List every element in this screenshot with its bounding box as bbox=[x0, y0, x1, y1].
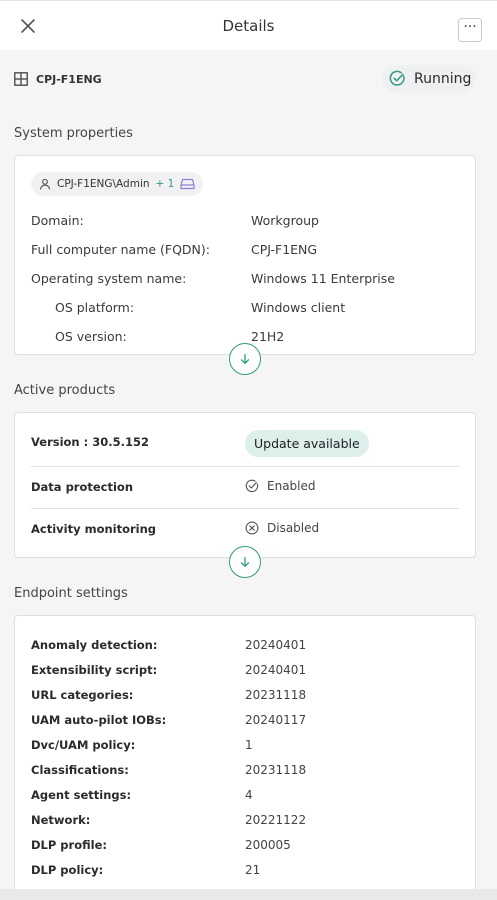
x-circle-icon bbox=[245, 521, 259, 535]
os-name-label: Operating system name: bbox=[31, 271, 187, 286]
setting-value: 1 bbox=[245, 738, 253, 752]
os-version-value: 21H2 bbox=[251, 329, 285, 344]
system-properties-card: CPJ-F1ENG\Admin + 1 Domain: Workgroup Fu… bbox=[14, 155, 476, 355]
divider bbox=[31, 508, 459, 509]
fqdn-value: CPJ-F1ENG bbox=[251, 242, 318, 257]
os-name-value: Windows 11 Enterprise bbox=[251, 271, 395, 286]
arrow-down-icon bbox=[240, 353, 250, 364]
setting-value: 20240401 bbox=[245, 638, 307, 652]
setting-label: Network: bbox=[31, 813, 91, 827]
check-circle-icon bbox=[245, 479, 259, 493]
check-circle-icon bbox=[389, 70, 405, 86]
version-label: Version : 30.5.152 bbox=[31, 435, 149, 449]
endpoint-settings-card: Anomaly detection: 20240401 Extensibilit… bbox=[14, 615, 476, 900]
expand-system-properties-button[interactable] bbox=[229, 343, 261, 375]
machine-identity: CPJ-F1ENG bbox=[14, 70, 102, 88]
details-header: Details ··· bbox=[0, 0, 497, 50]
active-products-title: Active products bbox=[14, 383, 116, 398]
system-properties-title: System properties bbox=[14, 126, 133, 141]
more-users-count[interactable]: + 1 bbox=[156, 178, 175, 190]
update-available-badge[interactable]: Update available bbox=[245, 430, 369, 457]
endpoint-settings-title: Endpoint settings bbox=[14, 586, 128, 601]
domain-label: Domain: bbox=[31, 213, 84, 228]
page-title: Details bbox=[222, 17, 275, 35]
status-badge: Running bbox=[382, 65, 476, 92]
activity-monitoring-state: Disabled bbox=[245, 521, 319, 535]
more-options-button[interactable]: ··· bbox=[458, 18, 482, 42]
horizontal-scrollbar[interactable] bbox=[0, 889, 497, 900]
arrow-down-icon bbox=[240, 556, 250, 567]
setting-label: Dvc/UAM policy: bbox=[31, 738, 136, 752]
user-name: CPJ-F1ENG\Admin bbox=[57, 178, 150, 190]
setting-value: 20231118 bbox=[245, 688, 307, 702]
divider bbox=[31, 466, 459, 467]
setting-value: 200005 bbox=[245, 838, 291, 852]
setting-value: 20240401 bbox=[245, 663, 307, 677]
windows-grid-icon bbox=[14, 72, 28, 86]
setting-label: DLP policy: bbox=[31, 863, 104, 877]
setting-value: 20221122 bbox=[245, 813, 307, 827]
setting-label: DLP profile: bbox=[31, 838, 107, 852]
status-label: Running bbox=[414, 70, 472, 87]
data-protection-state-label: Enabled bbox=[267, 479, 316, 493]
user-chip[interactable]: CPJ-F1ENG\Admin + 1 bbox=[31, 172, 204, 196]
setting-label: UAM auto-pilot IOBs: bbox=[31, 713, 167, 727]
os-platform-label: OS platform: bbox=[55, 300, 135, 315]
setting-value: 20231118 bbox=[245, 763, 307, 777]
drive-icon bbox=[180, 178, 195, 190]
os-platform-value: Windows client bbox=[251, 300, 346, 315]
activity-monitoring-state-label: Disabled bbox=[267, 521, 320, 535]
os-version-label: OS version: bbox=[55, 329, 127, 344]
machine-name: CPJ-F1ENG bbox=[36, 72, 102, 86]
setting-label: URL categories: bbox=[31, 688, 134, 702]
domain-value: Workgroup bbox=[251, 213, 319, 228]
data-protection-state: Enabled bbox=[245, 479, 316, 493]
setting-value: 21 bbox=[245, 863, 261, 877]
setting-label: Anomaly detection: bbox=[31, 638, 158, 652]
expand-active-products-button[interactable] bbox=[229, 546, 261, 578]
person-icon bbox=[39, 178, 51, 190]
data-protection-label: Data protection bbox=[31, 480, 134, 494]
setting-label: Agent settings: bbox=[31, 788, 132, 802]
fqdn-label: Full computer name (FQDN): bbox=[31, 242, 210, 257]
setting-value: 4 bbox=[245, 788, 253, 802]
setting-label: Extensibility script: bbox=[31, 663, 158, 677]
active-products-card: Version : 30.5.152 Update available Data… bbox=[14, 412, 476, 558]
setting-value: 20240117 bbox=[245, 713, 307, 727]
activity-monitoring-label: Activity monitoring bbox=[31, 522, 157, 536]
setting-label: Classifications: bbox=[31, 763, 129, 777]
